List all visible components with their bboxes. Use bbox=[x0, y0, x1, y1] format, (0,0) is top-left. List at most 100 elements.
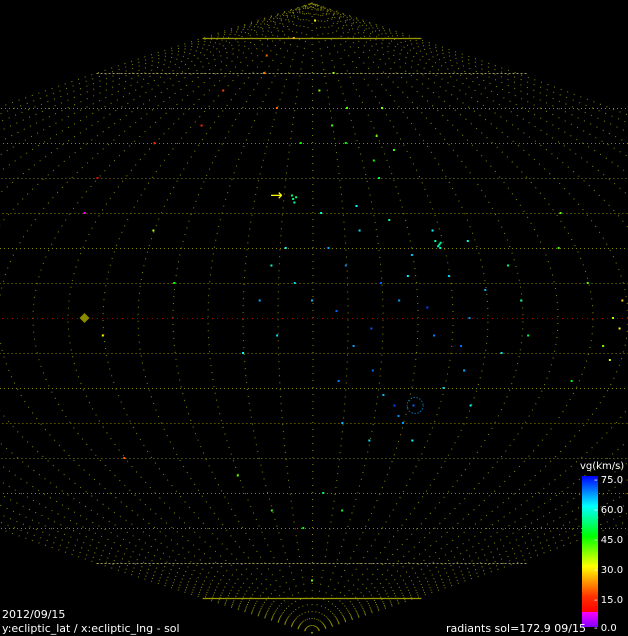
colorbar-tick-label: - 15.0 bbox=[594, 595, 624, 606]
radiant-point bbox=[153, 142, 156, 144]
radiant-point bbox=[311, 579, 313, 582]
radiant-point bbox=[290, 194, 293, 197]
radiant-point bbox=[411, 439, 414, 442]
radiant-point bbox=[618, 327, 621, 330]
radiant-point bbox=[355, 205, 358, 207]
radiant-point bbox=[292, 37, 295, 39]
radiant-point bbox=[371, 369, 374, 372]
radiant-point bbox=[570, 380, 573, 382]
radiant-point bbox=[437, 245, 440, 248]
arrow-marker: → bbox=[270, 186, 283, 204]
radiant-point bbox=[368, 439, 371, 442]
radiant-point bbox=[263, 72, 266, 74]
meridian-gridline bbox=[67, 2, 313, 634]
grid bbox=[0, 2, 628, 634]
radiant-point bbox=[293, 201, 296, 204]
radiant-point bbox=[276, 107, 278, 109]
radiant-point bbox=[302, 527, 305, 529]
date-label: 2012/09/15 bbox=[2, 608, 66, 621]
radiant-point bbox=[152, 229, 155, 232]
radiant-point bbox=[327, 247, 330, 249]
radiant-point bbox=[270, 264, 273, 267]
meridian-gridline bbox=[207, 2, 313, 634]
radiant-point bbox=[320, 212, 323, 214]
radiant-point bbox=[559, 212, 562, 214]
radiant-point bbox=[397, 415, 400, 417]
radiant-point bbox=[398, 299, 401, 302]
radiant-point bbox=[382, 394, 385, 396]
radiant-plot bbox=[0, 2, 628, 634]
radiant-point bbox=[265, 54, 268, 57]
radiant-point bbox=[388, 219, 391, 221]
radiant-point bbox=[322, 492, 325, 494]
radiant-point bbox=[621, 299, 624, 302]
radiant-point bbox=[270, 509, 273, 512]
radiant-point bbox=[527, 334, 530, 337]
radiant-point bbox=[520, 299, 523, 302]
meridian-gridline bbox=[311, 2, 489, 634]
radiant-point bbox=[468, 317, 471, 319]
radiant-point bbox=[344, 142, 347, 144]
radiant-point bbox=[370, 327, 373, 330]
colorbar-tick-label: - 75.0 bbox=[594, 475, 624, 486]
radiant-point bbox=[284, 247, 287, 249]
colorbar-tick-label: - 60.0 bbox=[594, 505, 624, 516]
radiant-point bbox=[463, 369, 466, 372]
radiant-point bbox=[586, 282, 589, 284]
radiant-point bbox=[292, 198, 295, 200]
radiant-point bbox=[258, 299, 261, 302]
meridian-gridline bbox=[277, 2, 313, 634]
radiant-point bbox=[433, 334, 436, 337]
radiant-point bbox=[431, 229, 434, 232]
radiant-point bbox=[96, 177, 99, 179]
radiant-point bbox=[173, 282, 176, 284]
radiant-point bbox=[439, 247, 442, 249]
radiant-point bbox=[392, 149, 395, 151]
radiant-point bbox=[314, 19, 317, 22]
radiant-point bbox=[507, 264, 510, 267]
info-label: radiants sol=172.9 09/15 bbox=[446, 622, 586, 635]
radiant-point bbox=[372, 159, 375, 162]
radiant-point bbox=[379, 282, 382, 284]
sun-marker bbox=[79, 313, 90, 323]
radiant-point bbox=[200, 124, 203, 127]
radiant-point bbox=[375, 135, 378, 137]
radiant-ring bbox=[406, 397, 424, 414]
radiant-point bbox=[406, 275, 409, 277]
colorbar-tick-label: - 45.0 bbox=[594, 535, 624, 546]
radiant-point bbox=[295, 196, 298, 199]
radiant-point bbox=[299, 142, 302, 144]
radiant-point bbox=[222, 89, 225, 92]
radiant-point bbox=[438, 243, 441, 246]
radiant-point bbox=[557, 247, 560, 249]
radiant-point bbox=[242, 352, 245, 354]
axis-caption: y:ecliptic_lat / x:ecliptic_lng - sol bbox=[2, 622, 180, 635]
radiant-point bbox=[332, 72, 335, 74]
radiant-points bbox=[79, 19, 624, 582]
radiant-point bbox=[426, 306, 429, 309]
meridian-gridline bbox=[137, 2, 313, 634]
radiant-point bbox=[442, 387, 445, 389]
radiant-point bbox=[434, 240, 437, 242]
radiant-point bbox=[346, 107, 348, 109]
radiant-point bbox=[378, 177, 381, 179]
colorbar-title: vg(km/s) bbox=[580, 461, 625, 472]
radiant-point bbox=[358, 229, 361, 232]
radiant-point bbox=[331, 124, 334, 127]
colorbar-tick-label: - 30.0 bbox=[594, 565, 624, 576]
radiant-point bbox=[83, 212, 86, 214]
radiant-point bbox=[602, 345, 605, 347]
radiant-point bbox=[311, 299, 313, 302]
radiant-point bbox=[236, 474, 239, 477]
radiant-point bbox=[344, 264, 347, 267]
radiant-point bbox=[460, 345, 463, 347]
radiant-point bbox=[466, 240, 469, 242]
radiant-point bbox=[401, 422, 404, 424]
radiant-point bbox=[318, 89, 321, 92]
radiant-point bbox=[276, 334, 279, 337]
radiant-point bbox=[439, 241, 442, 244]
radiant-point bbox=[337, 380, 340, 382]
radiant-point bbox=[335, 310, 338, 312]
radiant-point bbox=[293, 282, 296, 284]
radiant-point bbox=[341, 509, 344, 512]
